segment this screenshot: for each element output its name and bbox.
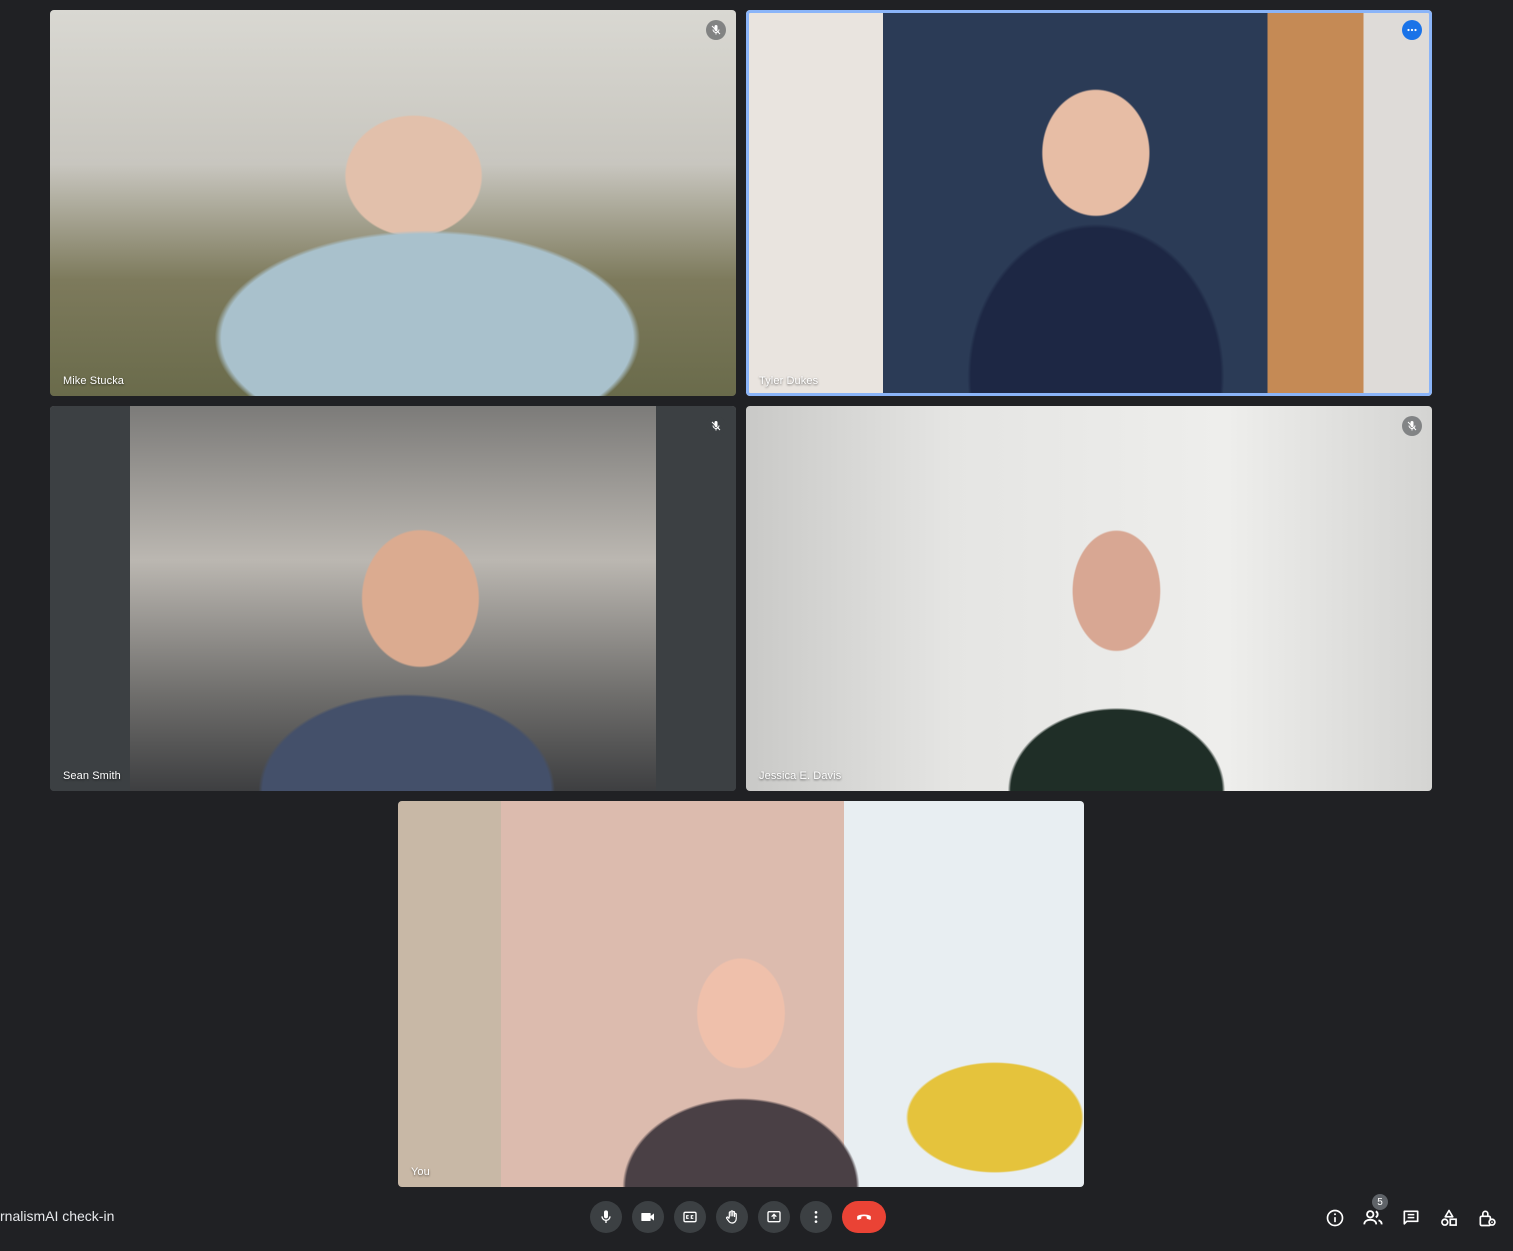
participant-name: Sean Smith bbox=[63, 770, 121, 782]
muted-mic-icon bbox=[706, 416, 726, 436]
participant-video bbox=[398, 801, 1084, 1187]
raise-hand-icon bbox=[725, 1210, 737, 1224]
camera-button[interactable] bbox=[632, 1201, 664, 1233]
captions-button[interactable] bbox=[674, 1201, 706, 1233]
host-controls-button[interactable] bbox=[1475, 1206, 1499, 1230]
activities-button[interactable] bbox=[1437, 1206, 1461, 1230]
side-panel-controls: 5 bbox=[1323, 1194, 1499, 1230]
participant-name: You bbox=[411, 1166, 430, 1178]
people-button[interactable]: 5 bbox=[1361, 1194, 1388, 1230]
participant-tile-tyler-dukes[interactable]: Tyler Dukes bbox=[746, 10, 1432, 396]
end-call-button[interactable] bbox=[842, 1201, 886, 1233]
meeting-title: rnalismAI check-in bbox=[0, 1208, 115, 1224]
participant-name: Mike Stucka bbox=[63, 375, 125, 387]
mic-button[interactable] bbox=[590, 1201, 622, 1233]
participant-video bbox=[50, 10, 736, 396]
participant-tile-self[interactable]: You bbox=[398, 801, 1084, 1187]
raise-hand-button[interactable] bbox=[716, 1201, 748, 1233]
more-options-button[interactable] bbox=[800, 1201, 832, 1233]
host-controls-icon bbox=[1479, 1210, 1496, 1227]
camera-icon bbox=[641, 1213, 654, 1221]
present-button[interactable] bbox=[758, 1201, 790, 1233]
present-icon bbox=[767, 1211, 781, 1223]
mic-icon bbox=[601, 1210, 611, 1223]
muted-mic-icon bbox=[706, 20, 726, 40]
participant-tile-mike-stucka[interactable]: Mike Stucka bbox=[50, 10, 736, 396]
chat-button[interactable] bbox=[1399, 1206, 1423, 1230]
participant-video bbox=[50, 406, 736, 791]
participant-tile-jessica-davis[interactable]: Jessica E. Davis bbox=[746, 406, 1432, 791]
participant-tile-sean-smith[interactable]: Sean Smith bbox=[50, 406, 736, 791]
call-controls bbox=[590, 1201, 886, 1233]
info-icon bbox=[1326, 1209, 1344, 1227]
more-options-icon[interactable] bbox=[1402, 20, 1422, 40]
participant-video bbox=[746, 406, 1432, 791]
activities-icon bbox=[1441, 1209, 1457, 1226]
chat-icon bbox=[1403, 1210, 1419, 1225]
meeting-details-button[interactable] bbox=[1323, 1206, 1347, 1230]
participant-name: Jessica E. Davis bbox=[759, 770, 842, 782]
captions-icon bbox=[683, 1211, 697, 1223]
participant-name: Tyler Dukes bbox=[759, 375, 819, 387]
participant-video bbox=[746, 10, 1432, 396]
participant-count-badge: 5 bbox=[1372, 1194, 1388, 1210]
end-call-icon bbox=[857, 1214, 871, 1220]
people-icon bbox=[1363, 1210, 1383, 1225]
muted-mic-icon bbox=[1402, 416, 1422, 436]
more-options-icon bbox=[814, 1211, 818, 1223]
